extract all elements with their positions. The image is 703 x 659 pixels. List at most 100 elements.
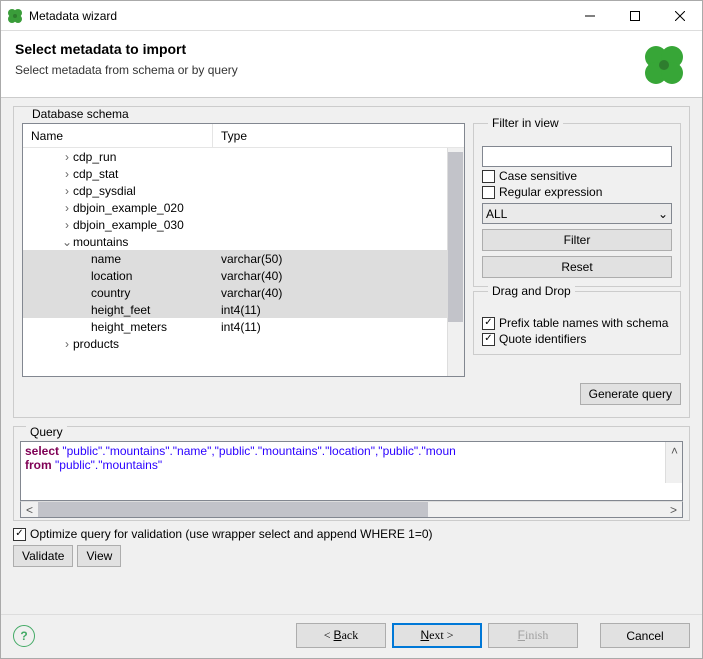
tree-node-name: mountains bbox=[73, 235, 128, 249]
optimize-checkbox[interactable]: ✓ Optimize query for validation (use wra… bbox=[13, 527, 690, 541]
maximize-button[interactable] bbox=[612, 1, 657, 30]
filter-group-label: Filter in view bbox=[488, 116, 563, 130]
tree-node-name: name bbox=[91, 252, 121, 266]
tree-scroll-thumb[interactable] bbox=[448, 152, 463, 322]
sql-keyword: select bbox=[25, 444, 59, 458]
tree-node-name: height_meters bbox=[91, 320, 167, 334]
back-button[interactable]: < Back bbox=[296, 623, 386, 648]
checkbox-icon: ✓ bbox=[482, 317, 495, 330]
filter-button[interactable]: Filter bbox=[482, 229, 672, 251]
scroll-thumb[interactable] bbox=[38, 502, 428, 517]
prefix-label: Prefix table names with schema bbox=[499, 316, 668, 330]
page-title: Select metadata to import bbox=[15, 41, 640, 57]
quote-checkbox[interactable]: ✓ Quote identifiers bbox=[482, 332, 672, 346]
case-sensitive-checkbox[interactable]: Case sensitive bbox=[482, 169, 672, 183]
expand-icon[interactable]: ⌄ bbox=[61, 235, 73, 249]
query-group: Query select "public"."mountains"."name"… bbox=[13, 426, 690, 521]
column-header-type[interactable]: Type bbox=[213, 124, 464, 147]
query-editor[interactable]: select "public"."mountains"."name","publ… bbox=[20, 441, 683, 501]
tree-node-name: cdp_run bbox=[73, 150, 116, 164]
drag-drop-group: Drag and Drop ✓ Prefix table names with … bbox=[473, 291, 681, 355]
filter-select[interactable]: ALL ⌄ bbox=[482, 203, 672, 224]
tree-node-name: cdp_sysdial bbox=[73, 184, 136, 198]
clover-logo-icon bbox=[640, 41, 688, 89]
titlebar[interactable]: Metadata wizard bbox=[1, 1, 702, 31]
expand-icon[interactable]: › bbox=[61, 218, 73, 232]
tree-node-name: dbjoin_example_020 bbox=[73, 201, 184, 215]
tree-node-type: int4(11) bbox=[213, 320, 464, 334]
chevron-down-icon: ⌄ bbox=[658, 207, 668, 221]
tree-row[interactable]: ⌄mountains bbox=[23, 233, 464, 250]
tree-node-type: varchar(50) bbox=[213, 252, 464, 266]
finish-button: Finish bbox=[488, 623, 578, 648]
tree-node-name: country bbox=[91, 286, 130, 300]
sql-text: "public"."mountains"."name","public"."mo… bbox=[59, 444, 456, 458]
regex-checkbox[interactable]: Regular expression bbox=[482, 185, 672, 199]
metadata-wizard-window: Metadata wizard Select metadata to impor… bbox=[0, 0, 703, 659]
expand-icon[interactable]: › bbox=[61, 184, 73, 198]
tree-row[interactable]: name varchar(50) bbox=[23, 250, 464, 267]
tree-row[interactable]: height_meters int4(11) bbox=[23, 318, 464, 335]
filter-group: Filter in view Case sensitive Regular ex… bbox=[473, 123, 681, 287]
tree-row[interactable]: ›dbjoin_example_030 bbox=[23, 216, 464, 233]
window-title: Metadata wizard bbox=[29, 9, 567, 23]
sql-text: "public"."mountains" bbox=[52, 458, 162, 472]
tree-header: Name Type bbox=[23, 124, 464, 148]
query-group-label: Query bbox=[26, 425, 67, 439]
tree-node-name: location bbox=[91, 269, 132, 283]
filter-input[interactable] bbox=[482, 146, 672, 167]
close-button[interactable] bbox=[657, 1, 702, 30]
expand-icon[interactable]: › bbox=[61, 167, 73, 181]
minimize-button[interactable] bbox=[567, 1, 612, 30]
page-subtitle: Select metadata from schema or by query bbox=[15, 63, 640, 77]
help-button[interactable]: ? bbox=[13, 625, 35, 647]
tree-scrollbar[interactable] bbox=[447, 148, 464, 376]
expand-icon[interactable]: › bbox=[61, 150, 73, 164]
column-header-name[interactable]: Name bbox=[23, 124, 213, 147]
checkbox-icon bbox=[482, 186, 495, 199]
sql-keyword: from bbox=[25, 458, 52, 472]
prefix-checkbox[interactable]: ✓ Prefix table names with schema bbox=[482, 316, 672, 330]
tree-row[interactable]: country varchar(40) bbox=[23, 284, 464, 301]
generate-query-button[interactable]: Generate query bbox=[580, 383, 681, 405]
tree-node-name: dbjoin_example_030 bbox=[73, 218, 184, 232]
checkbox-icon: ✓ bbox=[13, 528, 26, 541]
query-scrollbar-horizontal[interactable]: < > bbox=[20, 501, 683, 518]
tree-row[interactable]: ›dbjoin_example_020 bbox=[23, 199, 464, 216]
regex-label: Regular expression bbox=[499, 185, 602, 199]
tree-node-name: products bbox=[73, 337, 119, 351]
wizard-footer: ? < Back Next > Finish Cancel bbox=[1, 614, 702, 658]
app-icon bbox=[7, 8, 23, 24]
scroll-left-icon[interactable]: < bbox=[21, 501, 38, 518]
drag-drop-label: Drag and Drop bbox=[488, 284, 575, 298]
tree-node-name: cdp_stat bbox=[73, 167, 118, 181]
database-schema-label: Database schema bbox=[28, 107, 133, 121]
tree-row[interactable]: ›cdp_stat bbox=[23, 165, 464, 182]
tree-row[interactable]: height_feet int4(11) bbox=[23, 301, 464, 318]
checkbox-icon: ✓ bbox=[482, 333, 495, 346]
wizard-header: Select metadata to import Select metadat… bbox=[1, 31, 702, 98]
next-button[interactable]: Next > bbox=[392, 623, 482, 648]
expand-icon[interactable]: › bbox=[61, 201, 73, 215]
query-scrollbar-vertical[interactable]: ˄ bbox=[665, 442, 682, 483]
tree-node-type: varchar(40) bbox=[213, 269, 464, 283]
tree-row[interactable]: ›cdp_sysdial bbox=[23, 182, 464, 199]
checkbox-icon bbox=[482, 170, 495, 183]
filter-select-value: ALL bbox=[486, 207, 507, 221]
scroll-right-icon[interactable]: > bbox=[665, 501, 682, 518]
reset-button[interactable]: Reset bbox=[482, 256, 672, 278]
tree-row[interactable]: location varchar(40) bbox=[23, 267, 464, 284]
tree-node-type: int4(11) bbox=[213, 303, 464, 317]
validate-button[interactable]: Validate bbox=[13, 545, 73, 567]
tree-node-name: height_feet bbox=[91, 303, 150, 317]
expand-icon[interactable]: › bbox=[61, 337, 73, 351]
schema-tree[interactable]: Name Type ›cdp_run›cdp_stat›cdp_sysdial›… bbox=[22, 123, 465, 377]
tree-node-type: varchar(40) bbox=[213, 286, 464, 300]
quote-label: Quote identifiers bbox=[499, 332, 586, 346]
view-button[interactable]: View bbox=[77, 545, 121, 567]
database-schema-group: Database schema Name Type ›cdp_run›cdp_s… bbox=[13, 106, 690, 418]
case-sensitive-label: Case sensitive bbox=[499, 169, 577, 183]
tree-row[interactable]: ›products bbox=[23, 335, 464, 352]
tree-row[interactable]: ›cdp_run bbox=[23, 148, 464, 165]
cancel-button[interactable]: Cancel bbox=[600, 623, 690, 648]
